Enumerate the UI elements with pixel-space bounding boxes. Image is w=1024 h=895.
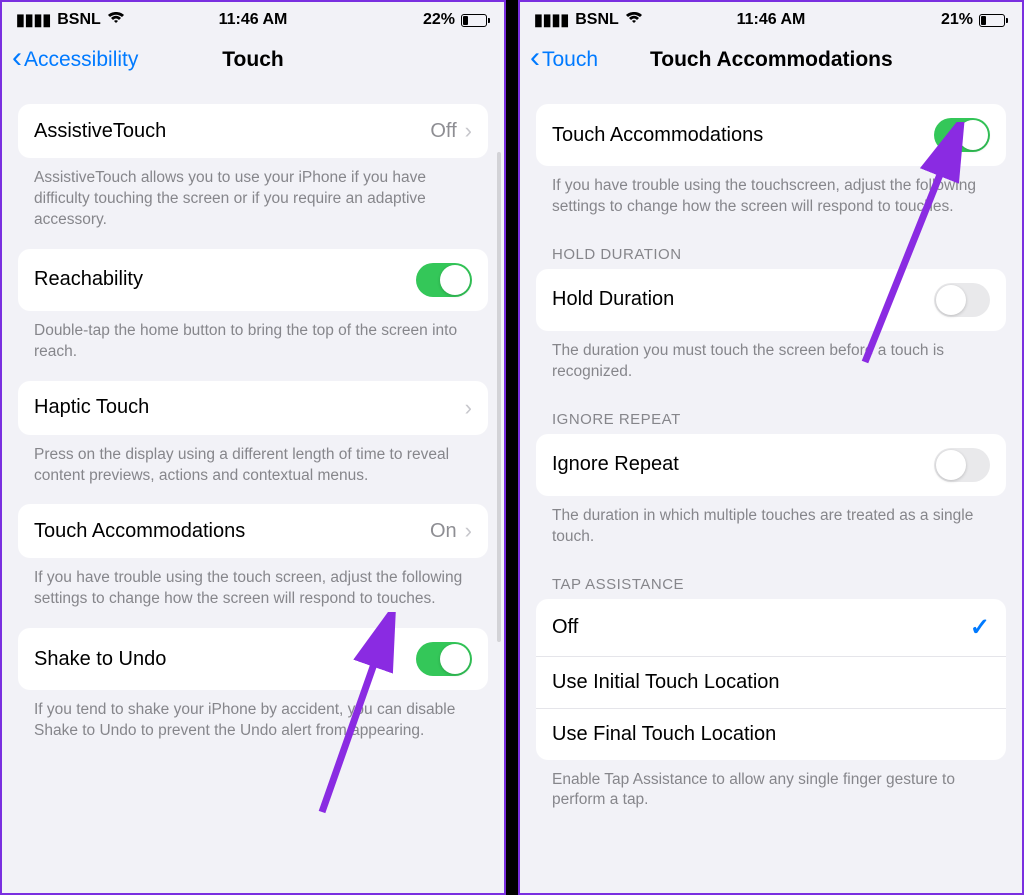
- status-bar: ▮▮▮▮ BSNL 11:46 AM 22%: [2, 2, 504, 38]
- section-header-hold: HOLD DURATION: [536, 218, 1006, 269]
- chevron-left-icon: ‹: [12, 43, 22, 73]
- back-label: Touch: [542, 48, 598, 72]
- battery-percent: 21%: [941, 11, 973, 29]
- row-label: Touch Accommodations: [34, 520, 245, 543]
- battery-percent: 22%: [423, 11, 455, 29]
- row-description: The duration you must touch the screen b…: [536, 331, 1006, 383]
- reachability-toggle[interactable]: [416, 263, 472, 297]
- row-label: Use Initial Touch Location: [552, 671, 780, 694]
- phone-right-touch-accommodations: ▮▮▮▮ BSNL 11:46 AM 21% ‹ Touch Touch Acc…: [518, 0, 1024, 895]
- row-touch-accommodations[interactable]: Touch Accommodations On ›: [18, 504, 488, 558]
- row-description: If you tend to shake your iPhone by acci…: [18, 690, 488, 742]
- back-label: Accessibility: [24, 48, 138, 72]
- row-label: Ignore Repeat: [552, 453, 679, 476]
- row-label: Shake to Undo: [34, 648, 166, 671]
- wifi-icon: [107, 11, 125, 29]
- section-header-ignore: IGNORE REPEAT: [536, 383, 1006, 434]
- row-description: Double-tap the home button to bring the …: [18, 311, 488, 363]
- row-value: Off: [430, 120, 456, 143]
- row-shake-to-undo[interactable]: Shake to Undo: [18, 628, 488, 690]
- row-touch-accommodations-master[interactable]: Touch Accommodations: [536, 104, 1006, 166]
- row-label: Hold Duration: [552, 288, 674, 311]
- row-description: If you have trouble using the touchscree…: [536, 166, 1006, 218]
- shake-to-undo-toggle[interactable]: [416, 642, 472, 676]
- battery-icon: [461, 14, 490, 27]
- scroll-indicator: [497, 152, 501, 642]
- phone-left-touch-settings: ▮▮▮▮ BSNL 11:46 AM 22% ‹ Accessibility T…: [0, 0, 506, 895]
- tap-assistance-initial[interactable]: Use Initial Touch Location: [536, 657, 1006, 709]
- section-header-tap: TAP ASSISTANCE: [536, 548, 1006, 599]
- row-assistivetouch[interactable]: AssistiveTouch Off ›: [18, 104, 488, 158]
- row-label: Off: [552, 616, 578, 639]
- ignore-repeat-toggle[interactable]: [934, 448, 990, 482]
- row-label: AssistiveTouch: [34, 120, 166, 143]
- carrier-label: BSNL: [57, 11, 101, 29]
- row-label: Haptic Touch: [34, 396, 149, 419]
- nav-bar: ‹ Accessibility Touch: [2, 38, 504, 86]
- row-description: The duration in which multiple touches a…: [536, 496, 1006, 548]
- row-ignore-repeat[interactable]: Ignore Repeat: [536, 434, 1006, 496]
- status-bar: ▮▮▮▮ BSNL 11:46 AM 21%: [520, 2, 1022, 38]
- touch-accommodations-toggle[interactable]: [934, 118, 990, 152]
- chevron-right-icon: ›: [465, 518, 472, 544]
- settings-list: AssistiveTouch Off › AssistiveTouch allo…: [2, 86, 504, 893]
- chevron-right-icon: ›: [465, 395, 472, 421]
- row-label: Reachability: [34, 268, 143, 291]
- signal-bars-icon: ▮▮▮▮: [16, 10, 51, 30]
- hold-duration-toggle[interactable]: [934, 283, 990, 317]
- signal-bars-icon: ▮▮▮▮: [534, 10, 569, 30]
- tap-assistance-group: Off ✓ Use Initial Touch Location Use Fin…: [536, 599, 1006, 760]
- row-label: Use Final Touch Location: [552, 723, 776, 746]
- row-value: On: [430, 520, 457, 543]
- row-description: AssistiveTouch allows you to use your iP…: [18, 158, 488, 231]
- back-button[interactable]: ‹ Accessibility: [12, 47, 138, 73]
- tap-assistance-off[interactable]: Off ✓: [536, 599, 1006, 657]
- battery-icon: [979, 14, 1008, 27]
- wifi-icon: [625, 11, 643, 29]
- row-description: Enable Tap Assistance to allow any singl…: [536, 760, 1006, 812]
- chevron-right-icon: ›: [465, 118, 472, 144]
- row-description: If you have trouble using the touch scre…: [18, 558, 488, 610]
- checkmark-icon: ✓: [970, 613, 990, 642]
- carrier-label: BSNL: [575, 11, 619, 29]
- back-button[interactable]: ‹ Touch: [530, 47, 598, 73]
- chevron-left-icon: ‹: [530, 43, 540, 73]
- row-label: Touch Accommodations: [552, 124, 763, 147]
- tap-assistance-final[interactable]: Use Final Touch Location: [536, 709, 1006, 760]
- row-haptic-touch[interactable]: Haptic Touch ›: [18, 381, 488, 435]
- row-reachability[interactable]: Reachability: [18, 249, 488, 311]
- row-hold-duration[interactable]: Hold Duration: [536, 269, 1006, 331]
- settings-list: Touch Accommodations If you have trouble…: [520, 86, 1022, 893]
- nav-bar: ‹ Touch Touch Accommodations: [520, 38, 1022, 86]
- page-title: Touch Accommodations: [580, 48, 1022, 72]
- row-description: Press on the display using a different l…: [18, 435, 488, 487]
